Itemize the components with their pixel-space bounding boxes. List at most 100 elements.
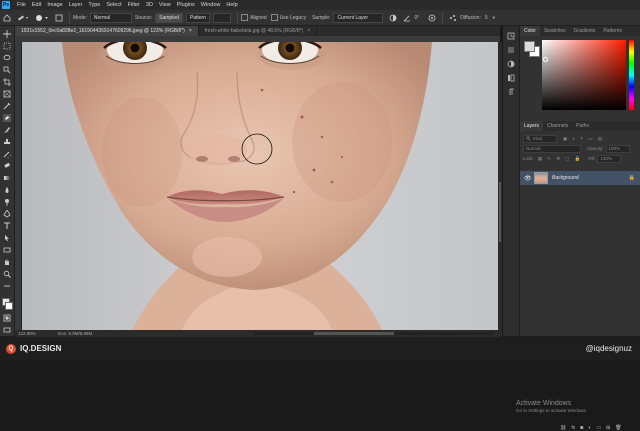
foreground-color-swatch[interactable]	[524, 41, 535, 52]
diffusion-value[interactable]: 5	[485, 15, 488, 21]
mode-select[interactable]: Normal	[89, 12, 132, 23]
eyedropper-tool-icon[interactable]	[3, 102, 11, 110]
angle-icon[interactable]	[400, 13, 414, 22]
rectangle-tool-icon[interactable]	[3, 246, 11, 254]
brush-tool-icon[interactable]	[3, 126, 11, 134]
vertical-ruler[interactable]	[15, 42, 22, 330]
menu-type[interactable]: Type	[85, 2, 103, 8]
adjustment-layer-icon[interactable]: ◐	[588, 425, 591, 431]
color-picker-handle[interactable]	[543, 57, 548, 62]
fill-input[interactable]: 100%	[597, 154, 622, 163]
lock-icon[interactable]: 🔒	[629, 175, 635, 181]
pattern-picker[interactable]	[213, 12, 231, 23]
tab-document-1[interactable]: 1931x1552_0ec0a838e2_1619044359147609296…	[15, 26, 199, 36]
tab-paths[interactable]: Paths	[572, 121, 593, 131]
document-size[interactable]: Doc: 8.9M/8.89M	[58, 331, 92, 336]
menu-image[interactable]: Image	[44, 2, 65, 8]
zoom-tool-icon[interactable]	[3, 270, 11, 278]
hue-slider[interactable]	[629, 40, 634, 110]
crop-tool-icon[interactable]	[3, 78, 11, 86]
layer-row-background[interactable]: 👁 Background 🔒	[520, 171, 640, 185]
tab-document-2[interactable]: fresh-white-babebela.jpg @ 48.5% (RGB/8*…	[199, 26, 318, 36]
layer-name[interactable]: Background	[552, 175, 579, 181]
lasso-tool-icon[interactable]	[3, 54, 11, 62]
layer-kind-filter[interactable]: Kind	[523, 134, 557, 143]
menu-select[interactable]: Select	[103, 2, 124, 8]
source-sampled-button[interactable]: Sampled	[155, 12, 183, 23]
horizontal-scrollbar[interactable]	[254, 332, 494, 335]
lock-options-icons[interactable]: ▦ ✎ ✥ ▢ 🔒	[538, 156, 583, 162]
tab-color[interactable]: Color	[520, 26, 540, 36]
new-layer-icon[interactable]: ⊞	[606, 425, 610, 431]
pressure-size-icon[interactable]	[425, 13, 439, 22]
add-mask-icon[interactable]: ◙	[580, 425, 583, 431]
healing-brush-tool-icon[interactable]	[3, 114, 11, 122]
history-panel-icon[interactable]	[507, 32, 515, 40]
home-icon[interactable]	[0, 13, 14, 22]
properties-panel-icon[interactable]	[507, 46, 515, 54]
menu-window[interactable]: Window	[198, 2, 224, 8]
screen-mode-icon[interactable]	[3, 326, 11, 334]
tab-patterns[interactable]: Patterns	[599, 26, 626, 36]
menu-filter[interactable]: Filter	[125, 2, 143, 8]
menu-file[interactable]: File	[14, 2, 29, 8]
adjustments-panel-icon[interactable]	[507, 60, 515, 68]
frame-tool-icon[interactable]	[3, 90, 11, 98]
eraser-tool-icon[interactable]	[3, 162, 11, 170]
path-selection-tool-icon[interactable]	[3, 234, 11, 242]
scrollbar-thumb[interactable]	[499, 182, 501, 242]
blend-mode-select[interactable]: Normal	[523, 144, 581, 153]
new-group-icon[interactable]: ▭	[596, 425, 601, 431]
pen-tool-icon[interactable]	[3, 210, 11, 218]
healing-brush-tool-preset-icon[interactable]	[14, 13, 32, 22]
clone-stamp-tool-icon[interactable]	[3, 138, 11, 146]
source-pattern-button[interactable]: Pattern	[185, 12, 210, 23]
tab-swatches[interactable]: Swatches	[540, 26, 570, 36]
edit-toolbar-icon[interactable]	[3, 282, 11, 290]
aligned-checkbox[interactable]	[241, 14, 248, 21]
marquee-tool-icon[interactable]	[3, 42, 11, 50]
tab-layers[interactable]: Layers	[520, 121, 544, 131]
close-icon[interactable]: ×	[307, 28, 310, 34]
background-color-swatch[interactable]	[5, 302, 13, 310]
vertical-scrollbar[interactable]	[498, 42, 502, 330]
menu-plugins[interactable]: Plugins	[174, 2, 198, 8]
scrollbar-thumb[interactable]	[314, 332, 394, 335]
color-picker-field[interactable]	[542, 40, 626, 110]
blur-tool-icon[interactable]	[3, 186, 11, 194]
type-tool-icon[interactable]	[3, 222, 11, 230]
libraries-panel-icon[interactable]	[507, 74, 515, 82]
clone-source-panel-icon[interactable]	[52, 13, 66, 22]
quick-mask-icon[interactable]	[3, 314, 11, 322]
photoshop-logo-icon[interactable]: Ps	[2, 1, 10, 9]
angle-value[interactable]: 0°	[414, 15, 419, 21]
brush-size-picker[interactable]	[32, 13, 52, 22]
menu-3d[interactable]: 3D	[143, 2, 156, 8]
sample-select[interactable]: Current Layer	[333, 12, 384, 23]
move-tool-icon[interactable]	[3, 30, 11, 38]
object-selection-tool-icon[interactable]	[3, 66, 11, 74]
delete-layer-icon[interactable]: 🗑	[615, 425, 621, 431]
history-brush-tool-icon[interactable]	[3, 150, 11, 158]
close-icon[interactable]: ×	[189, 28, 192, 34]
tab-channels[interactable]: Channels	[543, 121, 572, 131]
zoom-level[interactable]: 122.98%	[15, 331, 48, 336]
menu-edit[interactable]: Edit	[29, 2, 44, 8]
hand-tool-icon[interactable]	[3, 258, 11, 266]
use-legacy-checkbox[interactable]	[270, 14, 278, 21]
menu-view[interactable]: View	[156, 2, 174, 8]
gradient-tool-icon[interactable]	[3, 174, 11, 182]
menu-help[interactable]: Help	[223, 2, 240, 8]
menu-layer[interactable]: Layer	[66, 2, 86, 8]
dodge-tool-icon[interactable]	[3, 198, 11, 206]
layer-style-icon[interactable]: fx	[571, 425, 575, 431]
filter-type-icons[interactable]: ▣ ◐ T ▭ ▤	[563, 136, 604, 142]
ignore-adjustment-layers-icon[interactable]	[386, 13, 400, 22]
link-layers-icon[interactable]: ⛓	[560, 425, 566, 431]
paragraph-panel-icon[interactable]	[507, 88, 515, 96]
tab-gradients[interactable]: Gradients	[570, 26, 600, 36]
visibility-eye-icon[interactable]: 👁	[524, 175, 532, 182]
document-canvas[interactable]	[22, 42, 498, 330]
opacity-input[interactable]: 100%	[605, 144, 630, 153]
diffusion-dropdown-icon[interactable]: ▼	[492, 15, 496, 20]
